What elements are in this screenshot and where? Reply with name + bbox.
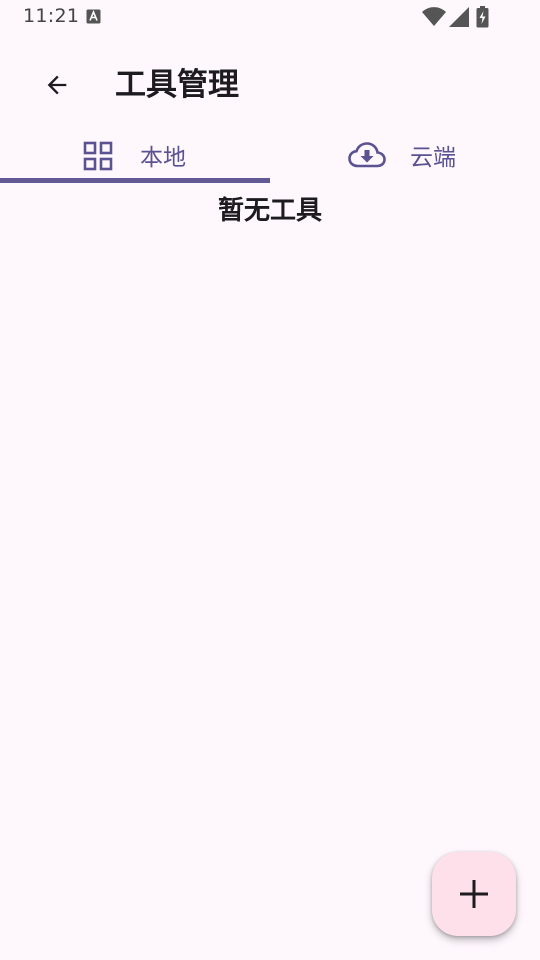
tab-cloud[interactable]: 云端	[270, 134, 540, 184]
tab-indicator	[0, 178, 270, 183]
empty-state-text: 暂无工具	[217, 196, 322, 226]
tab-cloud-label: 云端	[410, 145, 456, 171]
wifi-icon	[422, 7, 446, 26]
page-title: 工具管理	[115, 67, 239, 103]
arrow-back-icon	[47, 75, 67, 95]
add-tool-button[interactable]	[432, 852, 516, 936]
tab-local[interactable]: 本地	[0, 134, 270, 184]
cloud-download-icon	[348, 142, 386, 168]
tab-bar: 本地 云端	[0, 134, 540, 184]
status-icons	[422, 6, 502, 28]
tab-local-label: 本地	[140, 145, 186, 171]
back-button[interactable]	[34, 62, 80, 108]
status-bar: 11:21	[0, 0, 540, 34]
signal-icon	[449, 7, 469, 27]
grid-icon	[83, 141, 113, 171]
status-time: 11:21	[23, 5, 80, 27]
app-bar: 工具管理	[0, 48, 540, 124]
battery-charging-icon	[476, 6, 489, 28]
plus-icon	[460, 880, 488, 908]
notification-a-icon	[86, 9, 101, 24]
